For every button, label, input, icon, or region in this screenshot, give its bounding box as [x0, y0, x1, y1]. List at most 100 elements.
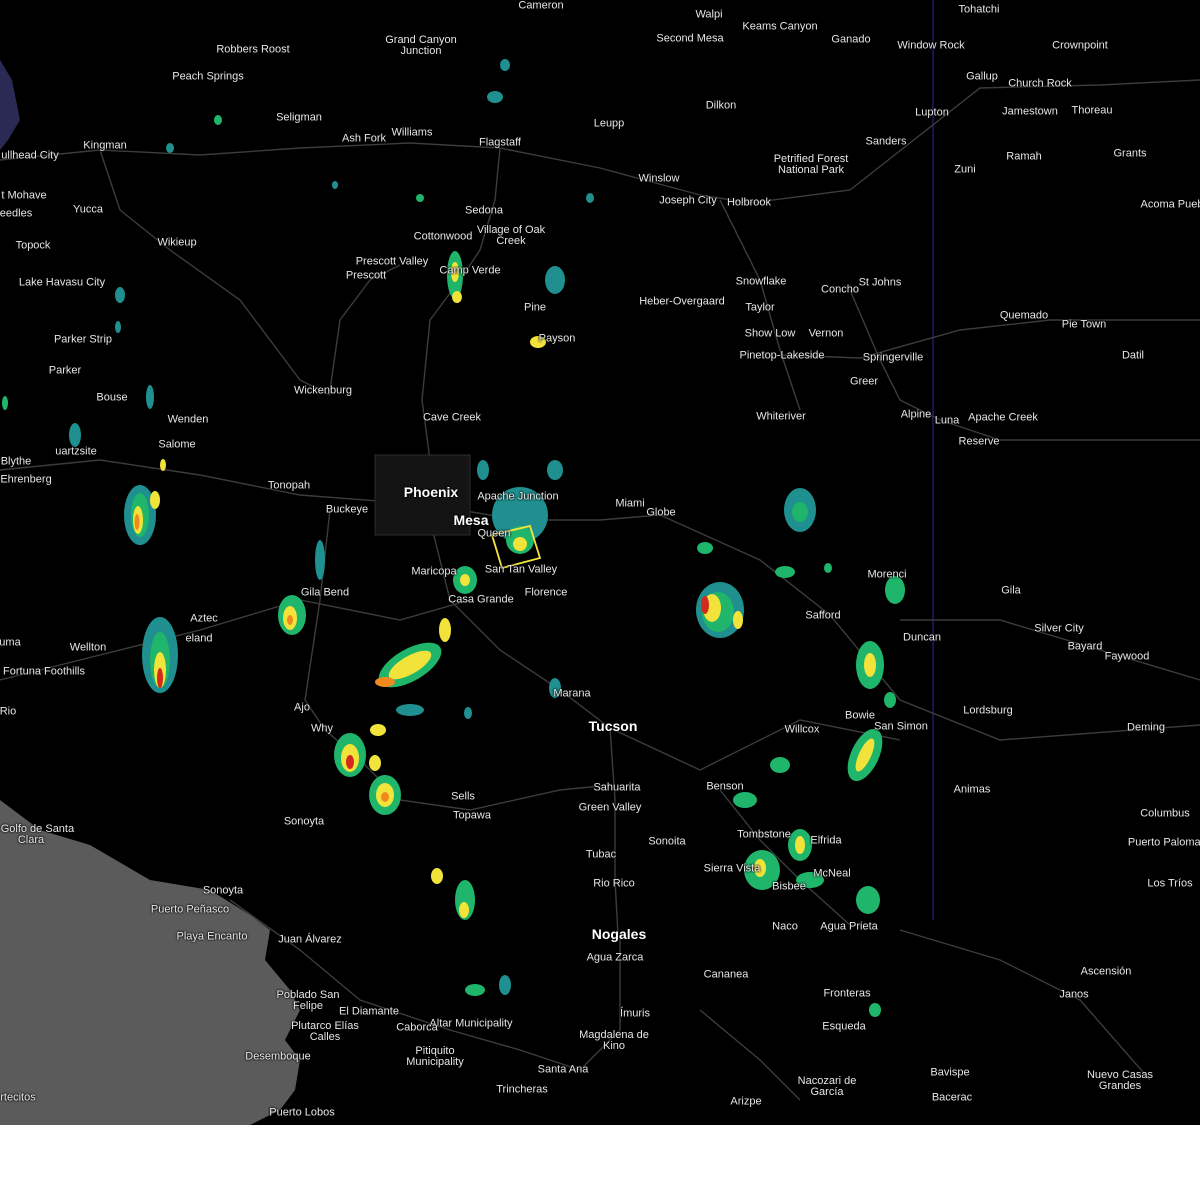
place-label-el-diamante: El Diamante: [339, 1005, 399, 1018]
place-label-pie-town: Pie Town: [1061, 318, 1107, 331]
place-label-pinetop: Pinetop-Lakeside: [739, 349, 825, 362]
place-label-mcneal: McNeal: [813, 867, 851, 880]
place-label-columbus: Columbus: [1140, 807, 1190, 820]
radar-map[interactable]: Cameron Walpi Keams Canyon Tohatchi Second M…: [0, 0, 1200, 1125]
place-label-ash-fork: Ash Fork: [341, 132, 387, 145]
place-label-bavispe: Bavispe: [930, 1066, 970, 1079]
place-label-sells: Sells: [451, 790, 475, 803]
place-label-luna: Luna: [934, 414, 960, 427]
place-label-safford: Safford: [805, 609, 841, 622]
place-label-grants: Grants: [1113, 147, 1147, 160]
place-label-petrified-forest: Petrified Forest National Park: [773, 153, 849, 176]
place-label-san-tan-valley: San Tan Valley: [484, 563, 558, 576]
place-label-keams-canyon: Keams Canyon: [742, 20, 818, 33]
place-label-gallup: Gallup: [966, 70, 998, 83]
place-label-sierra-vista: Sierra Vista: [703, 862, 761, 875]
place-label-window-rock: Window Rock: [897, 39, 965, 52]
place-label-springerville: Springerville: [862, 351, 924, 364]
place-label-phoenix: Phoenix: [403, 484, 459, 500]
place-label-bayard: Bayard: [1067, 640, 1103, 653]
place-label-lordsburg: Lordsburg: [963, 704, 1013, 717]
place-label-needles: eedles: [0, 207, 33, 220]
place-label-wellton: Wellton: [69, 641, 107, 654]
place-label-sonoita: Sonoita: [648, 835, 686, 848]
place-label-cananea: Cananea: [703, 968, 749, 981]
place-label-wikieup: Wikieup: [157, 236, 197, 249]
place-label-benson: Benson: [706, 780, 744, 793]
place-label-thoreau: Thoreau: [1071, 104, 1113, 117]
place-label-nuevo-casas: Nuevo Casas Grandes: [1086, 1069, 1154, 1092]
place-label-gila-bend: Gila Bend: [300, 586, 350, 599]
place-label-heber: Heber-Overgaard: [639, 295, 725, 308]
place-label-desemboque: Desemboque: [245, 1050, 311, 1063]
place-label-rio: Rio: [0, 705, 17, 718]
sea-area: [0, 800, 300, 1125]
place-label-janos: Janos: [1059, 988, 1089, 1001]
place-label-cottonwood: Cottonwood: [413, 230, 473, 243]
place-label-acoma-pueblo: Acoma Pueb: [1140, 198, 1200, 211]
place-label-marana: Marana: [553, 687, 591, 700]
place-label-bouse: Bouse: [96, 391, 128, 404]
place-label-tubac: Tubac: [585, 848, 617, 861]
place-label-show-low: Show Low: [744, 327, 796, 340]
place-label-arizpe: Arizpe: [730, 1095, 762, 1108]
place-label-concho: Concho: [821, 283, 859, 296]
place-label-gila: Gila: [1001, 584, 1021, 597]
place-label-globe: Globe: [646, 506, 676, 519]
place-label-peach-springs: Peach Springs: [172, 70, 244, 83]
place-label-crownpoint: Crownpoint: [1052, 39, 1108, 52]
place-label-bisbee: Bisbee: [772, 880, 806, 893]
place-label-esqueda: Esqueda: [822, 1020, 866, 1033]
place-label-salome: Salome: [158, 438, 196, 451]
place-label-tombstone: Tombstone: [737, 828, 791, 841]
place-label-lake-havasu: Lake Havasu City: [18, 276, 106, 289]
place-label-deming: Deming: [1127, 721, 1165, 734]
place-label-pitiquito: Pitiquito Municipality: [406, 1045, 464, 1068]
place-label-los-trios: Los Tríos: [1147, 877, 1193, 890]
place-label-trincheras: Trincheras: [496, 1083, 548, 1096]
place-label-cave-creek: Cave Creek: [422, 411, 482, 424]
place-label-maricopa: Maricopa: [411, 565, 457, 578]
place-label-wickenburg: Wickenburg: [293, 384, 353, 397]
place-label-village-oak-creek: Village of Oak Creek: [476, 224, 546, 247]
place-label-seligman: Seligman: [276, 111, 322, 124]
place-label-nogales: Nogales: [591, 926, 647, 942]
place-label-puerto-lobos: Puerto Lobos: [269, 1106, 335, 1119]
place-label-joseph-city: Joseph City: [659, 194, 717, 207]
place-label-tonopah: Tonopah: [267, 479, 311, 492]
place-label-sanders: Sanders: [865, 135, 907, 148]
place-label-duncan: Duncan: [903, 631, 941, 644]
place-label-wenden: Wenden: [167, 413, 209, 426]
place-label-yuma: uma: [0, 636, 21, 649]
place-label-parker: Parker: [48, 364, 82, 377]
place-label-blythe: Blythe: [0, 455, 32, 468]
place-label-naco: Naco: [772, 920, 798, 933]
place-label-st-johns: St Johns: [858, 276, 902, 289]
place-label-tohatchi: Tohatchi: [958, 3, 1000, 16]
place-label-mesa: Mesa: [453, 512, 489, 528]
place-label-altar: Altar Municipality: [429, 1017, 513, 1030]
place-label-magdalena: Magdalena de Kino: [579, 1029, 649, 1052]
place-label-bacerac: Bacerac: [931, 1091, 973, 1104]
footer-area: [0, 1125, 1200, 1200]
place-label-rio-rico: Rio Rico: [593, 877, 635, 890]
place-label-winslow: Winslow: [638, 172, 680, 185]
place-label-payson: Payson: [538, 332, 576, 345]
place-label-topock: Topock: [15, 239, 51, 252]
place-label-miami: Miami: [615, 497, 645, 510]
place-label-buckeye: Buckeye: [325, 503, 369, 516]
place-label-topawa: Topawa: [453, 809, 491, 822]
place-label-williams: Williams: [391, 126, 433, 139]
place-label-nacozari: Nacozari de García: [797, 1075, 857, 1098]
place-label-queen-creek: Queen: [477, 527, 511, 540]
place-label-agua-zarca: Agua Zarca: [586, 951, 644, 964]
place-label-sedona: Sedona: [465, 204, 503, 217]
place-label-sonoyta-mx: Sonoyta: [202, 884, 244, 897]
place-label-sahuarita: Sahuarita: [593, 781, 641, 794]
place-label-holbrook: Holbrook: [726, 196, 772, 209]
place-label-ajo: Ajo: [294, 701, 310, 714]
place-label-willcox: Willcox: [784, 723, 820, 736]
place-label-ramah: Ramah: [1006, 150, 1042, 163]
place-label-jamestown: Jamestown: [1002, 105, 1058, 118]
place-label-yucca: Yucca: [73, 203, 103, 216]
